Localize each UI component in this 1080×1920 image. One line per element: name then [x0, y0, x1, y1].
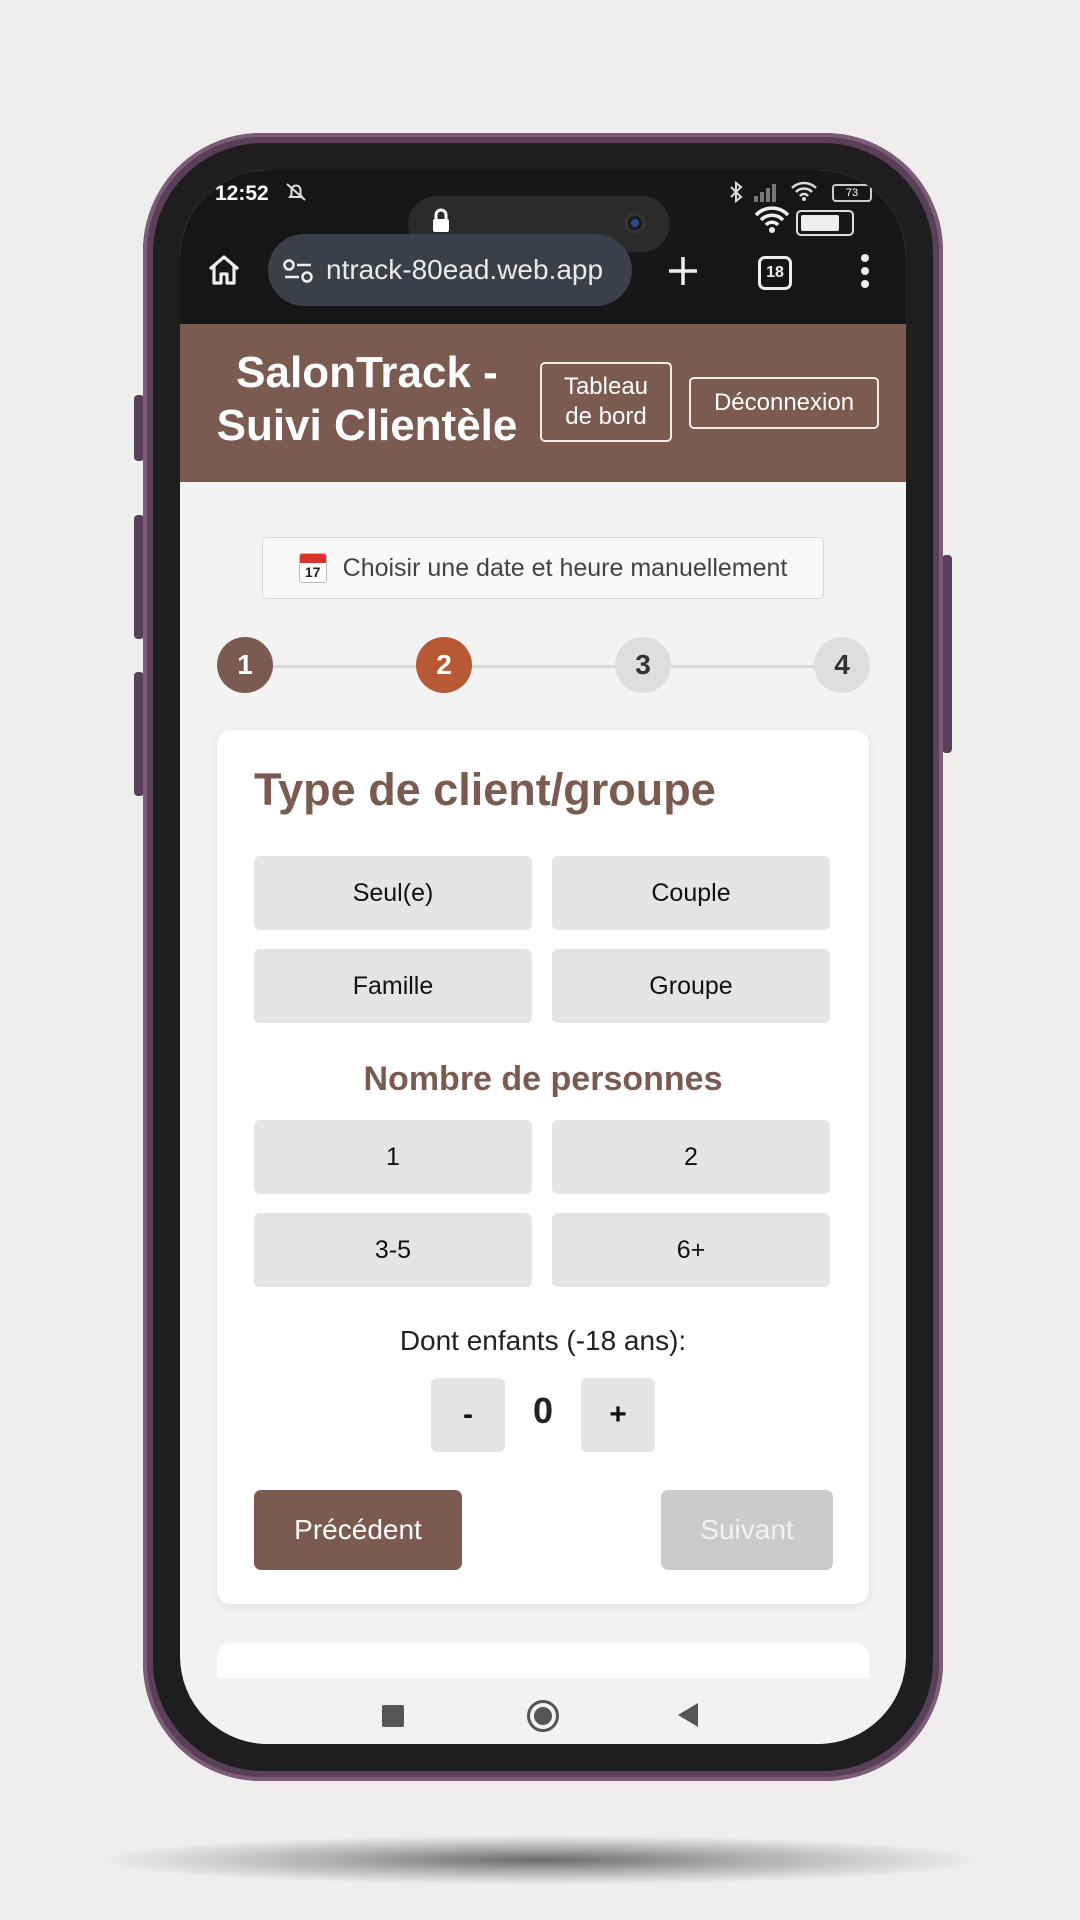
children-decrement-button[interactable]: - [431, 1378, 505, 1452]
previous-button[interactable]: Précédent [254, 1490, 462, 1570]
client-type-title: Type de client/groupe [254, 764, 716, 815]
manual-date-button[interactable]: 17 Choisir une date et heure manuellemen… [262, 537, 824, 599]
address-bar[interactable]: ntrack-80ead.web.app [268, 234, 632, 306]
children-count: 0 [532, 1390, 554, 1431]
front-camera-icon [624, 212, 646, 234]
url-text: ntrack-80ead.web.app [326, 254, 604, 285]
option-seul[interactable]: Seul(e) [254, 856, 532, 930]
phone-screen: 12:52 73 ntrack-80ead.web.app 18 SalonTr… [180, 170, 906, 1744]
next-button[interactable]: Suivant [661, 1490, 833, 1570]
site-settings-icon[interactable] [282, 258, 314, 289]
calendar-icon: 17 [298, 553, 327, 583]
wifi-icon [754, 204, 790, 239]
recents-icon[interactable] [382, 1705, 404, 1727]
app-header: SalonTrack - Suivi Clientèle Tableau de … [180, 324, 906, 482]
new-tab-plus-icon[interactable] [666, 254, 700, 293]
people-count-title: Nombre de personnes [363, 1060, 723, 1098]
manual-date-label: Choisir une date et heure manuellement [342, 553, 788, 582]
people-option-6-plus[interactable]: 6+ [552, 1213, 830, 1287]
phone-shadow [90, 1835, 990, 1885]
browser-top-bar: 12:52 73 ntrack-80ead.web.app 18 [180, 170, 906, 324]
children-label: Dont enfants (-18 ans): [399, 1325, 687, 1356]
step-2: 2 [416, 637, 472, 693]
option-famille[interactable]: Famille [254, 949, 532, 1023]
step-1: 1 [217, 637, 273, 693]
home-icon[interactable] [206, 252, 242, 293]
bluetooth-icon [728, 180, 744, 209]
battery-icon [796, 210, 854, 236]
step-3: 3 [615, 637, 671, 693]
tabs-icon[interactable]: 18 [758, 256, 792, 290]
logout-button[interactable]: Déconnexion [689, 377, 879, 429]
option-couple[interactable]: Couple [552, 856, 830, 930]
dashboard-button[interactable]: Tableau de bord [540, 362, 672, 442]
option-groupe[interactable]: Groupe [552, 949, 830, 1023]
back-triangle-icon[interactable] [678, 1703, 698, 1727]
people-option-3-5[interactable]: 3-5 [254, 1213, 532, 1287]
bell-off-icon [284, 180, 308, 210]
more-vert-icon[interactable] [860, 254, 870, 293]
people-option-2[interactable]: 2 [552, 1120, 830, 1194]
app-title: SalonTrack - Suivi Clientèle [216, 348, 518, 450]
client-type-card: Type de client/groupe Seul(e) Couple Fam… [217, 730, 869, 1604]
status-time: 12:52 [215, 182, 269, 205]
wifi-small-icon [790, 180, 818, 207]
people-option-1[interactable]: 1 [254, 1120, 532, 1194]
battery-small-icon: 73 [832, 184, 872, 202]
children-increment-button[interactable]: + [581, 1378, 655, 1452]
side-button-right [942, 555, 952, 753]
step-progress-line [240, 665, 840, 668]
step-4: 4 [814, 637, 870, 693]
home-circle-icon[interactable] [527, 1700, 559, 1732]
